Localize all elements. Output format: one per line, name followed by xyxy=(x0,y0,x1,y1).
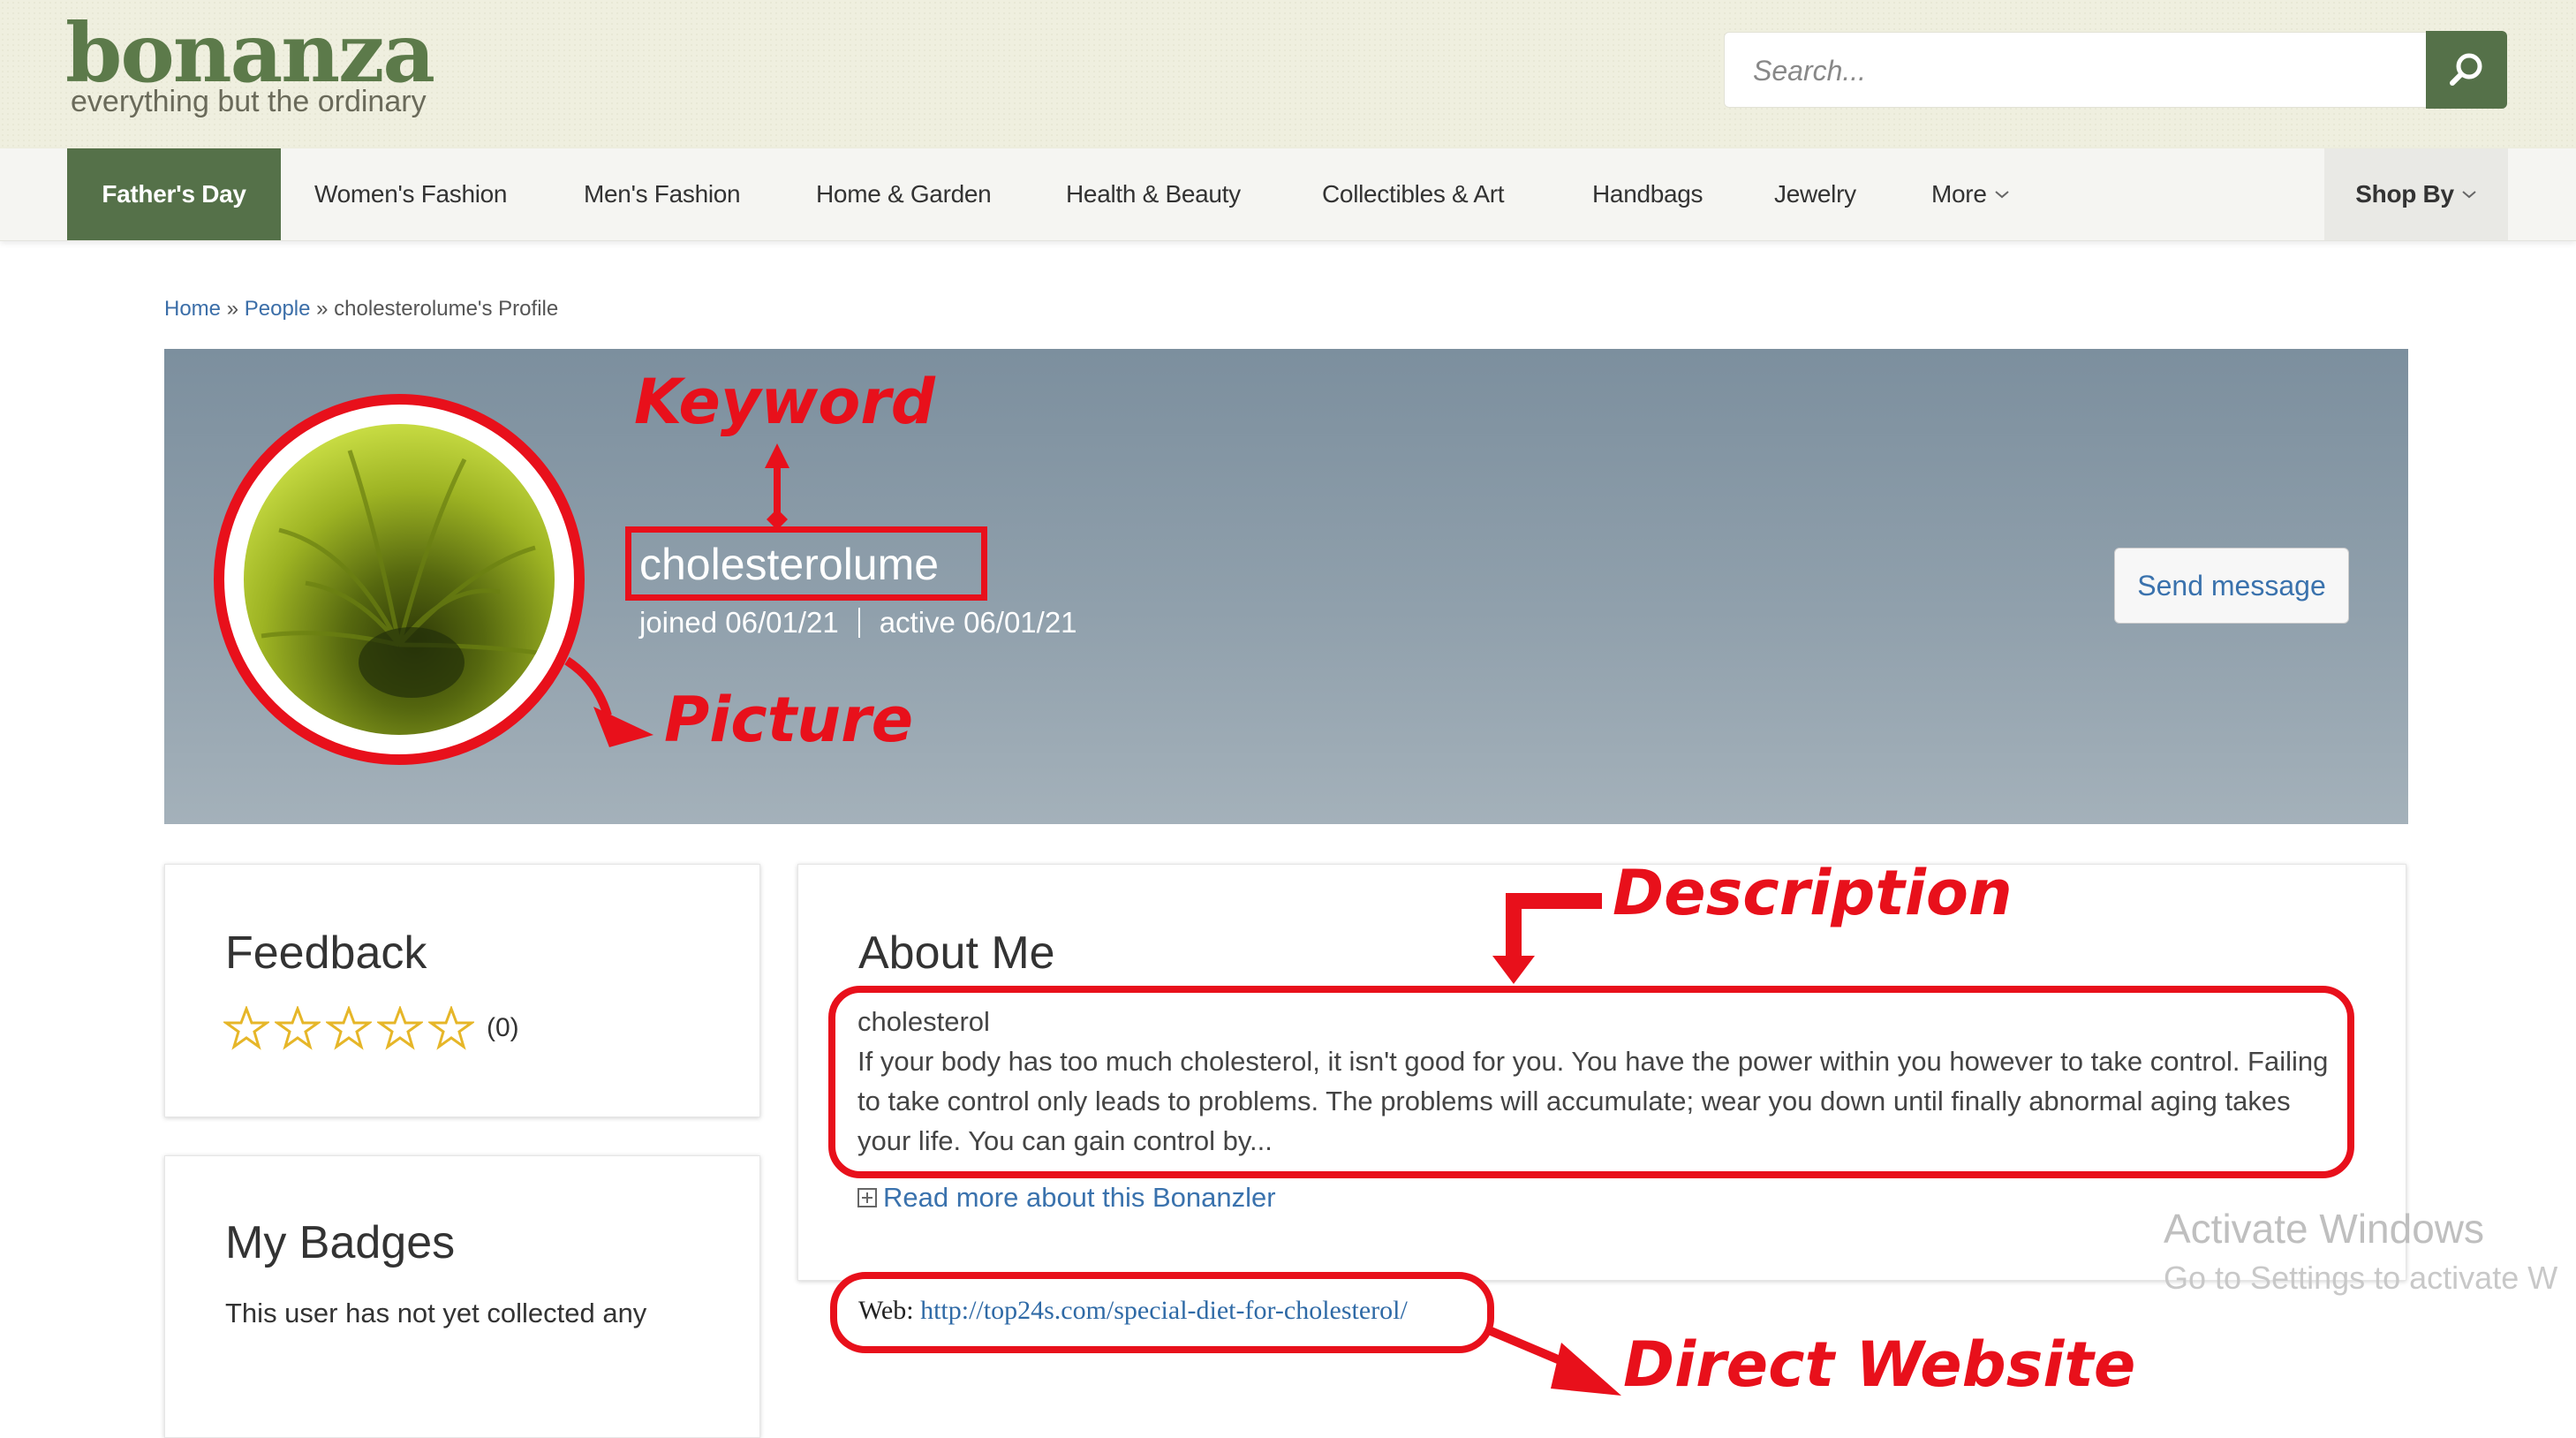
annotation-picture: Picture xyxy=(664,684,914,756)
description-arrow-icon xyxy=(1492,893,1602,984)
annotation-description: Description xyxy=(1613,857,2013,929)
picture-arrow-icon xyxy=(564,656,653,747)
website-arrow-icon xyxy=(1487,1326,1621,1396)
windows-watermark-title: Activate Windows xyxy=(2164,1206,2485,1252)
annotation-keyword: Keyword xyxy=(634,366,935,438)
keyword-arrow-icon xyxy=(765,443,789,530)
annotation-direct-website: Direct Website xyxy=(1623,1328,2136,1401)
windows-watermark-subtitle: Go to Settings to activate W xyxy=(2164,1260,2558,1296)
